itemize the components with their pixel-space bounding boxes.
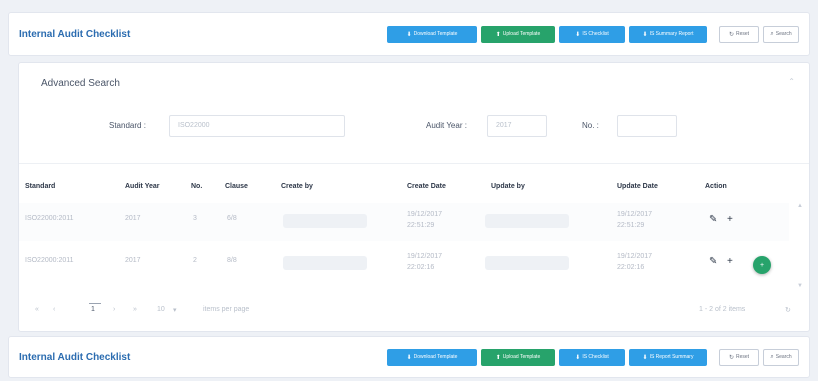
add-icon[interactable]: + <box>727 256 733 267</box>
download-template-button[interactable]: ⬇ Download Template <box>387 25 477 43</box>
cell-create-date: 19/12/2017 22:51:29 <box>407 211 443 229</box>
cell-create-by <box>283 214 367 228</box>
cell-update-by <box>485 214 569 228</box>
cell-no: 2 <box>193 257 197 264</box>
last-page-icon[interactable]: » <box>133 306 137 313</box>
page-title: Internal Audit Checklist <box>19 351 131 363</box>
column-header-clause[interactable]: Clause <box>225 183 248 190</box>
next-page-icon[interactable]: › <box>113 306 115 313</box>
upload-template-button[interactable]: ⬆ Upload Template <box>481 25 555 43</box>
standard-label: Standard : <box>109 121 146 130</box>
standard-field[interactable]: ISO22000 <box>169 115 345 137</box>
items-count: 1 - 2 of 2 items <box>699 306 746 313</box>
table-scrollbar[interactable]: ▲ ▼ <box>797 203 803 293</box>
reset-button[interactable]: ↻ Reset <box>719 348 759 366</box>
column-header-create-by[interactable]: Create by <box>281 183 313 190</box>
column-header-create-date[interactable]: Create Date <box>407 183 446 190</box>
column-header-audit-year[interactable]: Audit Year <box>125 183 160 190</box>
download-icon: ⬇ <box>642 31 648 38</box>
audit-year-label: Audit Year : <box>426 121 467 130</box>
pagination: « ‹ 1 › » 10 ▾ items per page 1 - 2 of 2… <box>33 303 803 319</box>
reset-icon: ↻ <box>728 31 734 38</box>
download-icon: ⬇ <box>406 354 412 361</box>
search-form: Standard : ISO22000 Audit Year : 2017 No… <box>19 115 809 139</box>
is-report-summary-button[interactable]: ⬇ IS Report Summary <box>629 348 707 366</box>
scroll-down-icon[interactable]: ▼ <box>797 283 803 289</box>
download-icon: ⬇ <box>642 354 648 361</box>
edit-icon[interactable]: ✎ <box>709 214 717 225</box>
active-page-indicator <box>89 303 101 304</box>
cell-update-date: 19/12/2017 22:02:16 <box>617 253 653 271</box>
search-icon: ⌕ <box>770 30 774 37</box>
column-header-action: Action <box>705 183 727 190</box>
scroll-up-icon[interactable]: ▲ <box>797 203 803 209</box>
upload-icon: ⬆ <box>495 354 501 361</box>
prev-page-icon[interactable]: ‹ <box>53 306 55 313</box>
chevron-down-icon[interactable]: ▾ <box>173 306 177 314</box>
page-title: Internal Audit Checklist <box>19 28 131 40</box>
edit-icon[interactable]: ✎ <box>709 256 717 267</box>
upload-icon: ⬆ <box>495 31 501 38</box>
audit-year-field[interactable]: 2017 <box>487 115 547 137</box>
download-template-button[interactable]: ⬇ Download Template <box>387 348 477 366</box>
cell-standard: ISO22000:2011 <box>25 257 74 264</box>
refresh-icon[interactable]: ↻ <box>785 306 791 314</box>
items-per-page-label: items per page <box>203 306 250 313</box>
column-header-update-by[interactable]: Update by <box>491 183 525 190</box>
chevron-up-icon[interactable]: ⌃ <box>788 77 795 86</box>
bottom-toolbar: Internal Audit Checklist ⬇ Download Templ… <box>8 336 810 378</box>
cell-no: 3 <box>193 215 197 222</box>
cell-clause: 8/8 <box>227 257 237 264</box>
table-row: ISO22000:2011 2017 3 6/8 19/12/2017 22:51… <box>19 203 789 241</box>
advanced-search-title: Advanced Search <box>41 77 120 89</box>
no-label: No. : <box>582 121 599 130</box>
cell-create-by <box>283 256 367 270</box>
page-size-select[interactable]: 10 <box>157 306 165 313</box>
reset-button[interactable]: ↻ Reset <box>719 25 759 43</box>
table-row: ISO22000:2011 2017 2 8/8 19/12/2017 22:02… <box>19 245 789 283</box>
cell-audit-year: 2017 <box>125 215 141 222</box>
cell-audit-year: 2017 <box>125 257 141 264</box>
first-page-icon[interactable]: « <box>35 306 39 313</box>
cell-update-by <box>485 256 569 270</box>
column-header-no[interactable]: No. <box>191 183 202 190</box>
top-toolbar: Internal Audit Checklist ⬇ Download Templ… <box>8 12 810 56</box>
search-button[interactable]: ⌕ Search <box>763 25 799 43</box>
advanced-search-card: Advanced Search ⌃ Standard : ISO22000 Au… <box>18 62 810 332</box>
page-number[interactable]: 1 <box>91 306 95 313</box>
is-checklist-button[interactable]: ⬇ IS Checklist <box>559 348 625 366</box>
column-header-update-date[interactable]: Update Date <box>617 183 658 190</box>
download-icon: ⬇ <box>575 31 581 38</box>
upload-template-button[interactable]: ⬆ Upload Template <box>481 348 555 366</box>
column-header-standard[interactable]: Standard <box>25 183 55 190</box>
cell-create-date: 19/12/2017 22:02:16 <box>407 253 443 271</box>
no-field[interactable] <box>617 115 677 137</box>
is-summary-report-button[interactable]: ⬇ IS Summary Report <box>629 25 707 43</box>
is-checklist-button[interactable]: ⬇ IS Checklist <box>559 25 625 43</box>
reset-icon: ↻ <box>728 354 734 361</box>
add-icon[interactable]: + <box>727 214 733 225</box>
download-icon: ⬇ <box>406 31 412 38</box>
search-button[interactable]: ⌕ Search <box>763 348 799 366</box>
cell-standard: ISO22000:2011 <box>25 215 74 222</box>
advanced-search-header[interactable]: Advanced Search ⌃ <box>19 63 809 103</box>
download-icon: ⬇ <box>575 354 581 361</box>
search-icon: ⌕ <box>770 353 774 360</box>
cell-update-date: 19/12/2017 22:51:29 <box>617 211 653 229</box>
plus-icon: + <box>759 261 765 269</box>
divider <box>19 163 809 164</box>
cell-clause: 6/8 <box>227 215 237 222</box>
chat-fab-button[interactable]: + <box>753 256 771 274</box>
